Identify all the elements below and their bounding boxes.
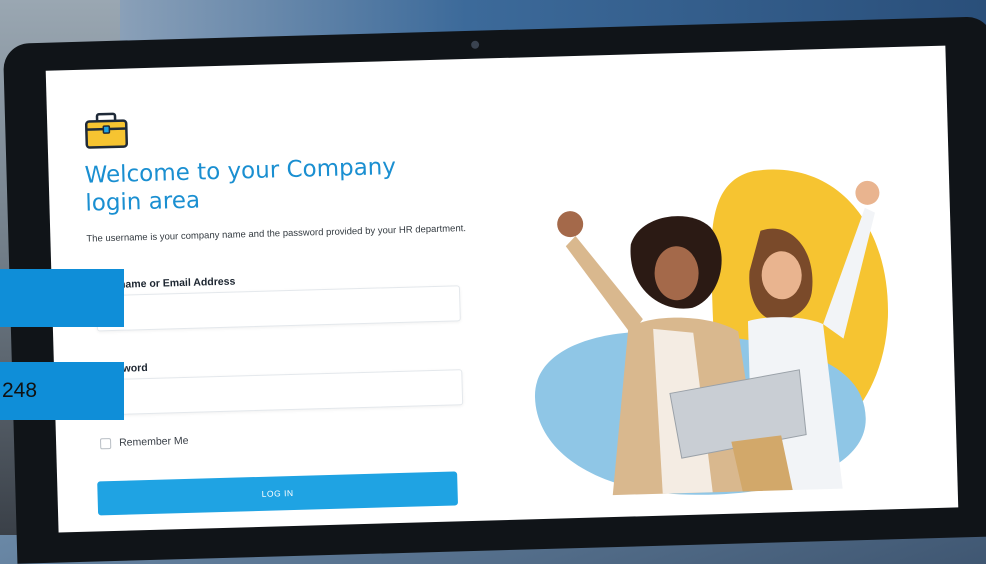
username-field[interactable] xyxy=(95,285,461,332)
hero-illustration xyxy=(535,169,888,496)
login-button[interactable]: LOG IN xyxy=(97,471,458,516)
login-instructions: The username is your company name and th… xyxy=(86,223,467,245)
remember-me-checkbox[interactable] xyxy=(99,437,112,449)
monitor-bezel: Welcome to your Company login area The u… xyxy=(2,16,986,564)
overlay-number: 248 xyxy=(2,379,38,402)
login-screen: Welcome to your Company login area The u… xyxy=(45,45,959,533)
page-title: Welcome to your Company login area xyxy=(84,154,397,217)
overlay-number-box: 248 xyxy=(0,362,124,420)
briefcase-icon xyxy=(84,112,129,149)
password-field[interactable] xyxy=(98,369,464,416)
remember-me-label: Remember Me xyxy=(118,434,189,449)
camera-icon xyxy=(471,40,480,49)
overlay-redaction-box xyxy=(0,269,124,327)
remember-me[interactable]: Remember Me xyxy=(99,434,189,449)
